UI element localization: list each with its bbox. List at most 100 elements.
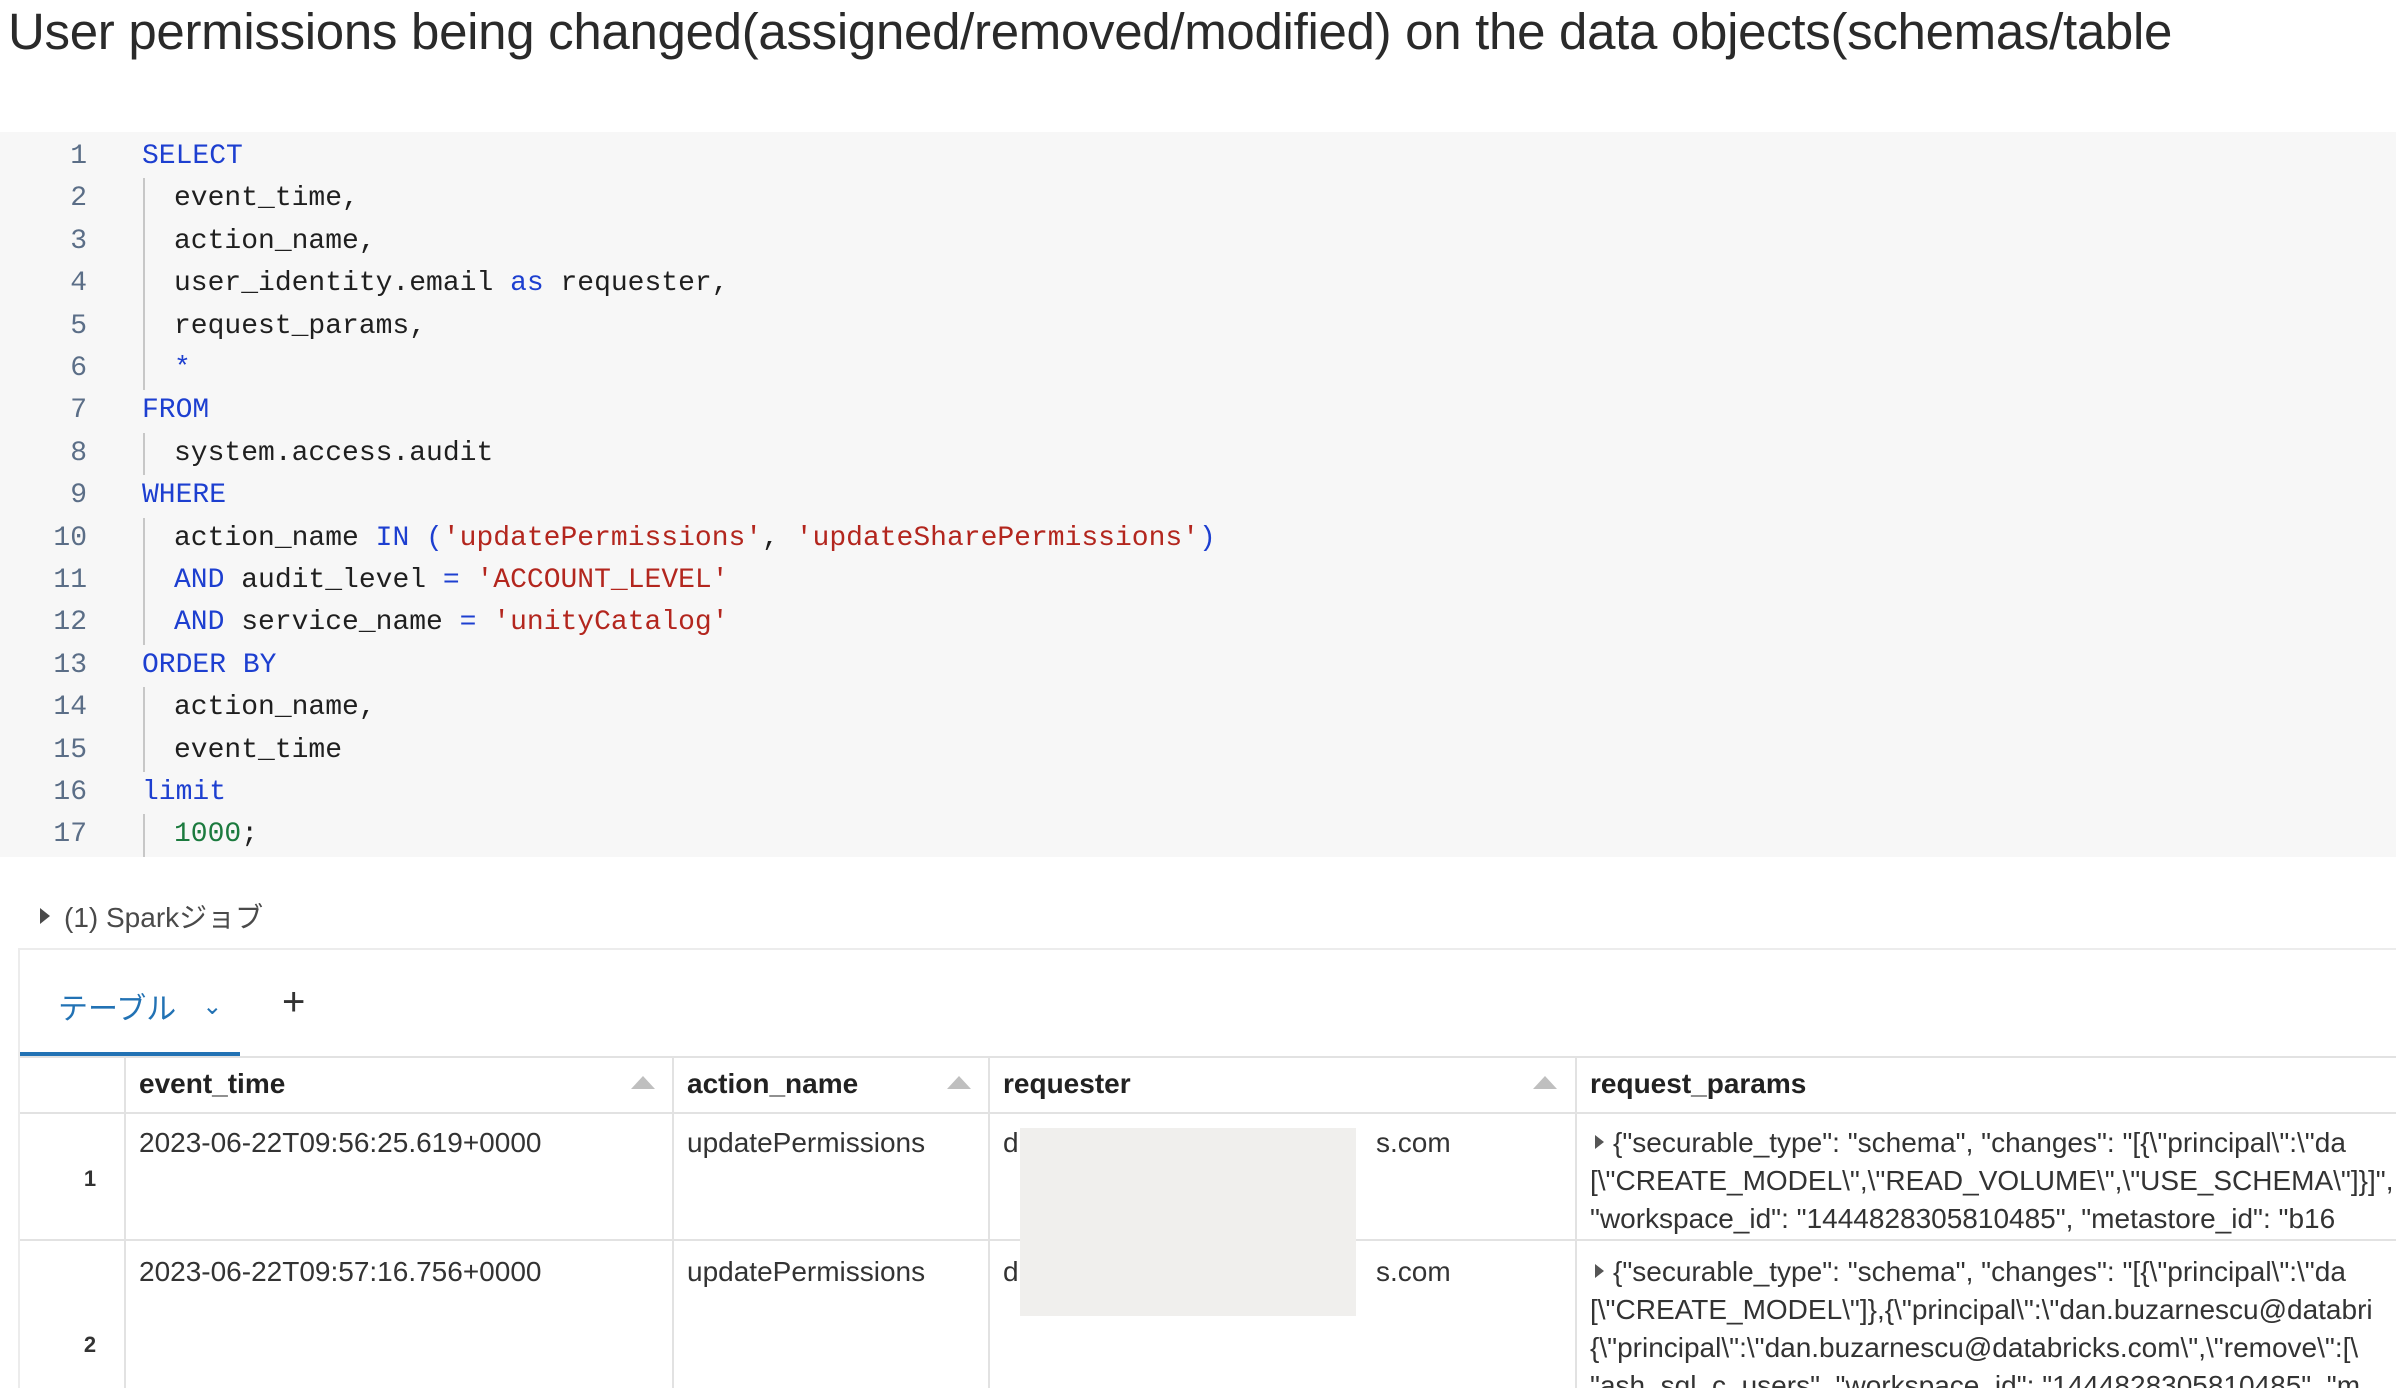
tab-table[interactable]: テーブル ⌄ (58, 984, 222, 1028)
code-line[interactable]: 4 user_identity.email as requester, (0, 263, 2396, 306)
cell-action-name[interactable]: updatePermissions (687, 1253, 925, 1291)
code-token: ORDER BY (142, 649, 277, 681)
chevron-down-icon[interactable]: ⌄ (202, 992, 222, 1021)
indent-guide (143, 602, 145, 645)
code-token: action_name (174, 522, 376, 554)
line-number: 6 (70, 353, 87, 384)
code-token: 'ACCOUNT_LEVEL' (476, 565, 729, 596)
column-header-action-name[interactable]: action_name (687, 1056, 858, 1112)
code-token: 'unityCatalog' (493, 607, 729, 639)
cell-event-time[interactable]: 2023-06-22T09:57:16.756+0000 (139, 1253, 541, 1291)
line-number: 8 (70, 437, 87, 469)
code-line[interactable]: 17 1000; (0, 814, 2396, 857)
cell-request-params-line[interactable]: [\"CREATE_MODEL\",\"READ_VOLUME\",\"USE_… (1590, 1162, 2396, 1200)
row-number: 1 (83, 1166, 97, 1191)
line-number: 1 (70, 141, 87, 172)
code-line[interactable]: 5 request_params, (0, 305, 2396, 348)
cell-requester-prefix[interactable]: d (1003, 1253, 1019, 1291)
cell-title: User permissions being changed(assigned/… (8, 3, 2173, 60)
cell-requester-suffix[interactable]: s.com (1376, 1124, 1451, 1162)
column-header-event-time[interactable]: event_time (139, 1056, 285, 1112)
indent-guide (143, 560, 145, 603)
line-number: 17 (53, 819, 87, 851)
code-token: audit_level (224, 565, 443, 596)
code-line[interactable]: 9 WHERE (0, 475, 2396, 517)
indent-guide (143, 220, 145, 264)
code-line[interactable]: 15 event_time (0, 729, 2396, 772)
cell-request-params-line[interactable]: [\"CREATE_MODEL\"]},{\"principal\":\"dan… (1590, 1291, 2373, 1329)
code-line[interactable]: 7 FROM (0, 390, 2396, 432)
sort-icon[interactable] (631, 1076, 655, 1089)
code-text: 1000; (174, 814, 258, 856)
row-number: 2 (83, 1332, 97, 1357)
code-text: event_time (174, 730, 342, 772)
sql-code-editor[interactable]: 1 SELECT 2 event_time, 3 action_name, 4 user_id… (0, 132, 2396, 857)
results-tab-bar: テーブル ⌄ + (20, 950, 2396, 1056)
code-token: ) (1199, 522, 1216, 554)
code-token: SELECT (142, 141, 243, 172)
code-text: ORDER BY (142, 645, 276, 687)
spark-jobs-label: (1) Sparkジョブ (64, 902, 264, 933)
code-line[interactable]: 11 AND audit_level = 'ACCOUNT_LEVEL' (0, 560, 2396, 603)
line-number: 14 (53, 692, 87, 724)
code-line[interactable]: 8 system.access.audit (0, 432, 2396, 476)
code-line[interactable]: 2 event_time, (0, 178, 2396, 221)
line-number: 2 (70, 183, 87, 215)
expand-arrow-icon (40, 908, 50, 924)
code-token: action_name, (174, 692, 376, 724)
line-number: 13 (53, 649, 87, 681)
code-text: request_params, (174, 306, 426, 348)
code-token: user_identity.email (174, 268, 511, 300)
spark-jobs-toggle[interactable]: (1) Sparkジョブ (40, 896, 263, 936)
code-token: 1000 (174, 819, 242, 851)
code-line[interactable]: 10 action_name IN ('updatePermissions', '… (0, 517, 2396, 560)
code-token: AND (174, 607, 225, 639)
sort-icon[interactable] (1533, 1076, 1557, 1089)
cell-request-params-line[interactable]: "ash_sql_c_users", "workspace_id": "1444… (1590, 1367, 2360, 1388)
code-text: FROM (142, 390, 209, 432)
indent-guide (143, 348, 145, 391)
table-border (20, 1112, 2396, 1114)
indent-guide (143, 517, 145, 560)
code-token: event_time (174, 734, 343, 766)
notebook-page: User permissions being changed(assigned/… (0, 0, 2396, 1388)
code-token: * (174, 353, 191, 384)
code-text: action_name IN ('updatePermissions', 'up… (174, 518, 1216, 560)
cell-request-params-line[interactable]: {\"principal\":\"dan.buzarnescu@databric… (1590, 1329, 2358, 1367)
column-divider (672, 1056, 674, 1388)
code-token: IN ( (375, 522, 443, 554)
line-number: 3 (70, 225, 87, 257)
code-line[interactable]: 16 limit (0, 772, 2396, 814)
code-line[interactable]: 12 AND service_name = 'unityCatalog' (0, 602, 2396, 645)
code-line[interactable]: 6 * (0, 348, 2396, 391)
cell-requester-suffix[interactable]: s.com (1376, 1253, 1451, 1291)
column-header-requester[interactable]: requester (1003, 1056, 1131, 1112)
expand-json-icon[interactable] (1595, 1135, 1604, 1149)
cell-action-name[interactable]: updatePermissions (687, 1124, 925, 1162)
cell-requester-prefix[interactable]: d (1003, 1124, 1019, 1162)
line-number: 5 (70, 310, 87, 342)
indent-guide (143, 687, 145, 730)
cell-event-time[interactable]: 2023-06-22T09:56:25.619+0000 (139, 1124, 541, 1162)
code-line[interactable]: 3 action_name, (0, 220, 2396, 264)
code-line[interactable]: 1 SELECT (0, 136, 2396, 178)
line-number: 12 (53, 607, 87, 639)
code-line[interactable]: 14 action_name, (0, 687, 2396, 730)
code-token: 'updateSharePermissions' (795, 522, 1199, 554)
add-visualization-button[interactable]: + (282, 982, 305, 1022)
cell-request-params-line[interactable]: {"securable_type": "schema", "changes": … (1613, 1124, 2346, 1162)
line-number: 16 (53, 777, 87, 808)
code-text: WHERE (142, 475, 226, 517)
code-text: limit (142, 772, 226, 814)
column-header-request-params[interactable]: request_params (1590, 1056, 1806, 1112)
cell-request-params-line[interactable]: {"securable_type": "schema", "changes": … (1613, 1253, 2346, 1291)
code-token: system.access.audit (174, 437, 494, 469)
code-text: user_identity.email as requester, (174, 263, 729, 305)
code-text: action_name, (174, 687, 376, 729)
expand-json-icon[interactable] (1595, 1264, 1604, 1278)
code-line[interactable]: 13 ORDER BY (0, 645, 2396, 687)
sort-icon[interactable] (947, 1076, 971, 1089)
cell-request-params-line[interactable]: "workspace_id": "1444828305810485", "met… (1590, 1200, 2335, 1238)
indent-guide (143, 178, 145, 221)
code-token: = (442, 565, 460, 596)
